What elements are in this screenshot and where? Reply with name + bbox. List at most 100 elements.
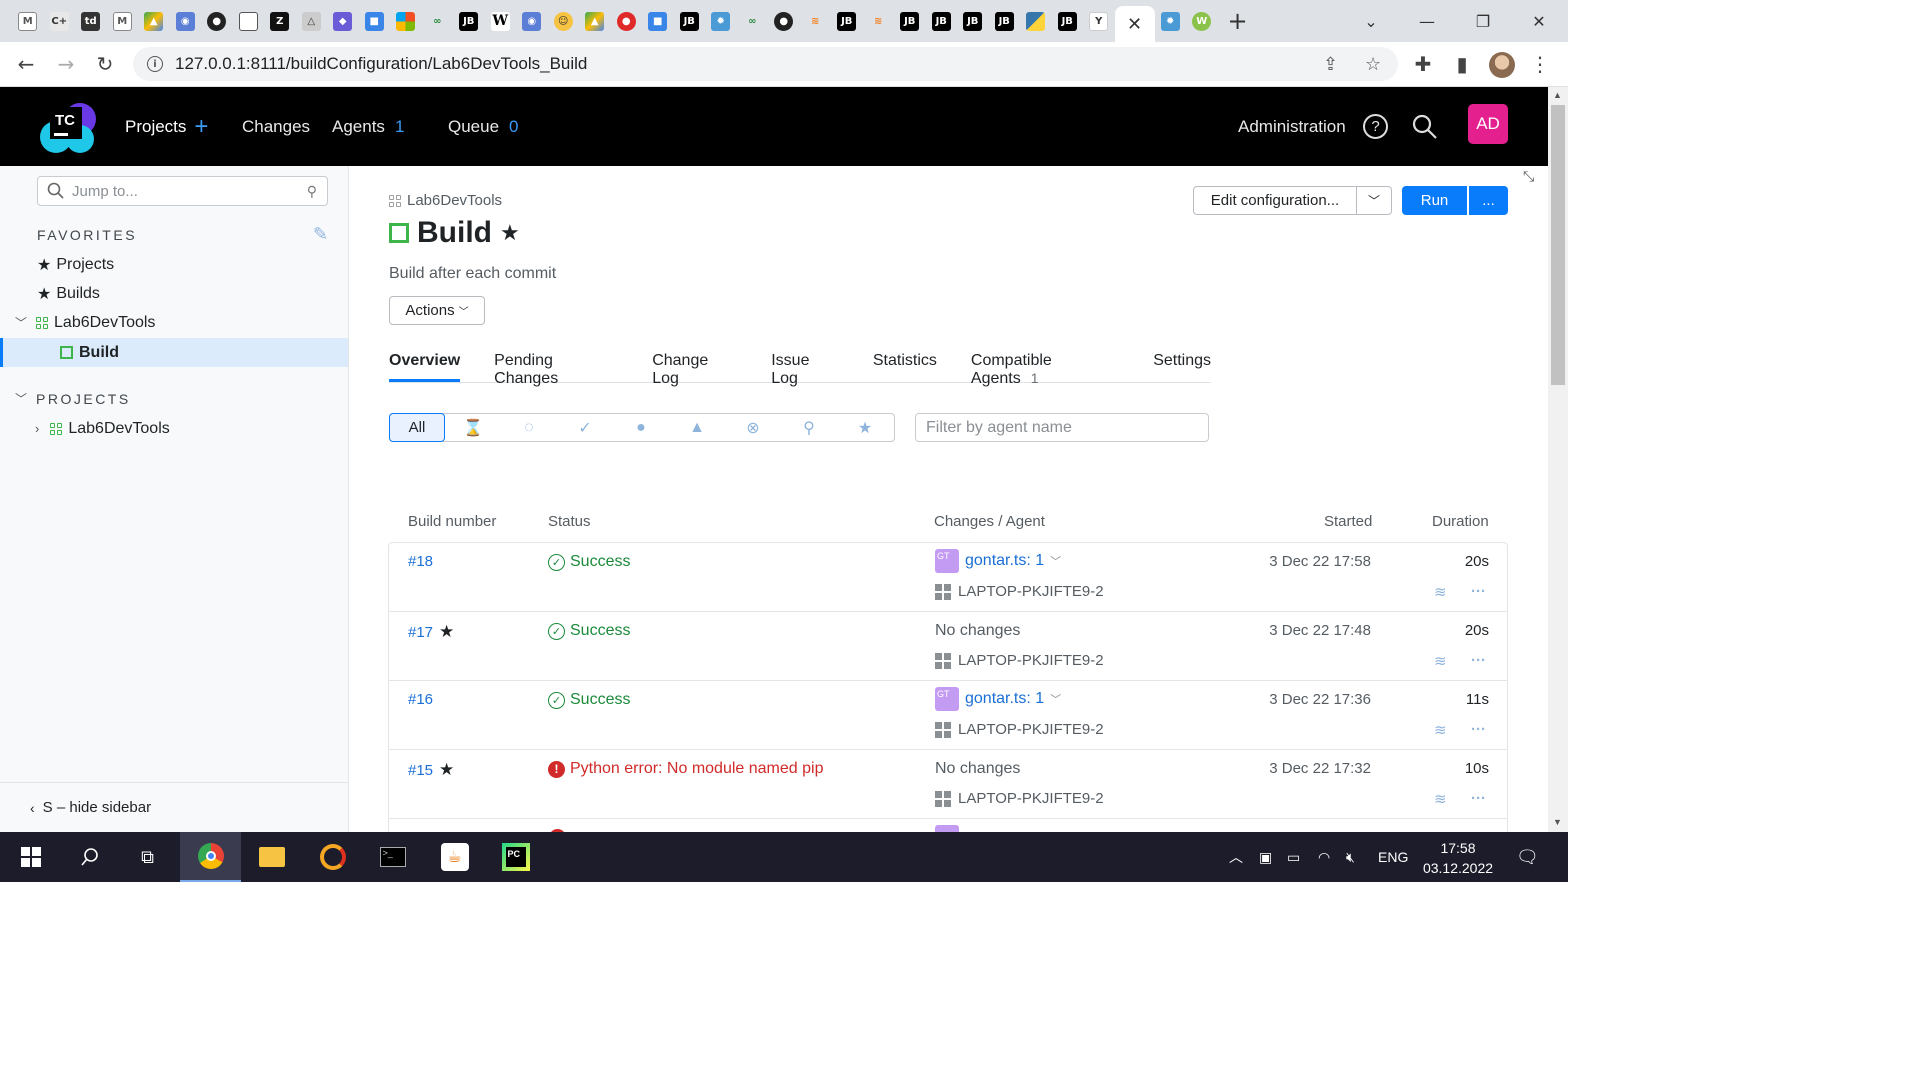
hide-sidebar-link[interactable]: ‹ S – hide sidebar <box>0 782 349 832</box>
show-hidden-icons[interactable]: ︿ <box>1229 832 1243 882</box>
minimize-icon[interactable]: — <box>1399 0 1455 42</box>
tab-j[interactable]: ∞ <box>737 0 769 42</box>
address-bar[interactable]: i 127.0.0.1:8111/buildConfiguration/Lab6… <box>133 47 1398 81</box>
nav-agents[interactable]: Agents 1 <box>332 87 404 166</box>
agent-cell[interactable]: LAPTOP-PKJIFTE9-2 <box>935 652 1104 669</box>
changes-cell[interactable]: GT gontar.ts: 1 ﹀ <box>935 687 1061 711</box>
site-info-icon[interactable]: i <box>147 56 163 72</box>
edit-configuration-dropdown[interactable]: ﹀ <box>1356 186 1392 215</box>
more-options-icon[interactable]: ··· <box>1471 790 1486 807</box>
warning-icon[interactable]: ▲ <box>669 419 725 437</box>
tab-change-log[interactable]: Change Log <box>652 352 737 387</box>
agent-name[interactable]: LAPTOP-PKJIFTE9-2 <box>958 721 1104 738</box>
close-window-icon[interactable]: ✕ <box>1511 0 1567 42</box>
tab-cplusplus[interactable]: C+ <box>44 0 76 42</box>
success-check-icon[interactable]: ✓ <box>557 418 613 438</box>
url-text[interactable]: 127.0.0.1:8111/buildConfiguration/Lab6De… <box>175 54 587 74</box>
profile-avatar[interactable] <box>1489 52 1515 78</box>
tab-compatible-agents[interactable]: Compatible Agents 1 <box>971 352 1119 387</box>
side-panel-icon[interactable]: ▮ <box>1448 50 1476 78</box>
close-icon[interactable]: ✕ <box>1127 14 1142 35</box>
restore-icon[interactable]: ❐ <box>1455 0 1511 42</box>
agent-cell[interactable]: LAPTOP-PKJIFTE9-2 <box>935 721 1104 738</box>
chevron-down-icon[interactable]: ﹀ <box>1050 553 1061 569</box>
agent-filter-input[interactable]: Filter by agent name <box>915 413 1209 442</box>
tab-drive-2[interactable]: ▲ <box>579 0 611 42</box>
scrollbar-thumb[interactable] <box>1551 105 1565 385</box>
tab-h[interactable]: ■ <box>642 0 674 42</box>
agent-name[interactable]: LAPTOP-PKJIFTE9-2 <box>958 652 1104 669</box>
reload-icon[interactable]: ↻ <box>91 50 119 78</box>
tab-jb-5[interactable]: JB <box>926 0 958 42</box>
share-icon[interactable]: ⇪ <box>1323 47 1338 81</box>
build-status[interactable]: ! Python error: No module named pip <box>548 760 823 778</box>
help-icon[interactable]: ? <box>1363 87 1388 166</box>
tab-d[interactable]: ∞ <box>422 0 454 42</box>
projects-section-toggle[interactable]: ﹀ PROJECTS <box>15 384 131 413</box>
tab-zeal[interactable]: Z <box>264 0 296 42</box>
star-icon[interactable]: ★ <box>439 760 454 780</box>
page-scrollbar[interactable]: ▲ ▼ <box>1548 87 1568 832</box>
search-icon[interactable] <box>1412 87 1438 166</box>
build-number[interactable]: #17 ★ <box>408 622 454 642</box>
tab-yc[interactable]: Y <box>1083 0 1115 42</box>
expand-collapse-icon[interactable]: ⤡ <box>1523 168 1547 190</box>
taskbar-app[interactable] <box>302 832 363 882</box>
build-number[interactable]: #18 <box>408 553 433 570</box>
chevron-right-icon[interactable]: › <box>35 421 39 436</box>
notifications-icon[interactable]: 🗨︎ <box>1516 832 1539 882</box>
tab-issue-log[interactable]: Issue Log <box>771 352 839 387</box>
edit-configuration-button[interactable]: Edit configuration... <box>1193 186 1357 215</box>
taskbar-search-icon[interactable] <box>59 832 120 882</box>
tab-overview[interactable]: Overview <box>389 352 461 382</box>
artifacts-icon[interactable]: ≋ <box>1434 721 1447 739</box>
artifacts-icon[interactable]: ≋ <box>1434 583 1447 601</box>
build-status[interactable]: ✓ Success <box>548 553 630 571</box>
actions-dropdown[interactable]: Actions ﹀ <box>389 296 485 325</box>
table-row[interactable]: #16 ✓ Success GT gontar.ts: 1 ﹀ LAPTOP-PKJI… <box>388 680 1508 749</box>
build-number-link[interactable]: #18 <box>408 553 433 570</box>
status-text[interactable]: Python error: No module named pip <box>570 760 823 778</box>
agent-cell[interactable]: LAPTOP-PKJIFTE9-2 <box>935 790 1104 807</box>
build-number-link[interactable]: #17 <box>408 624 433 641</box>
taskbar-chrome[interactable] <box>180 832 241 882</box>
tab-python[interactable] <box>1020 0 1052 42</box>
sidebar-item-builds[interactable]: ★ Builds <box>37 279 100 308</box>
sidebar-item-project-lab6devtools[interactable]: › Lab6DevTools <box>35 414 170 443</box>
tab-wiki[interactable]: W <box>485 0 517 42</box>
tab-statistics[interactable]: Statistics <box>873 352 937 382</box>
queued-hourglass-icon[interactable]: ⌛ <box>445 418 501 438</box>
taskbar-java[interactable]: ☕ <box>424 832 485 882</box>
tab-gmail[interactable]: M <box>12 0 44 42</box>
input-language[interactable]: ENG <box>1378 832 1408 882</box>
user-avatar[interactable]: AD <box>1468 104 1508 144</box>
add-project-icon[interactable]: + <box>194 113 208 141</box>
jump-to-input[interactable]: Jump to... ⚲ <box>37 176 328 206</box>
changes-cell[interactable]: GT gontar.ts: 1 ﹀ <box>935 549 1061 573</box>
tab-so-2[interactable]: ≋ <box>863 0 895 42</box>
taskbar-pycharm[interactable]: PC <box>485 832 546 882</box>
scroll-up-icon[interactable]: ▲ <box>1553 90 1562 100</box>
forward-icon[interactable]: → <box>52 50 80 78</box>
wifi-icon[interactable]: ◠ <box>1318 832 1330 882</box>
tab-jb-6[interactable]: JB <box>957 0 989 42</box>
tab-so-1[interactable]: ≋ <box>800 0 832 42</box>
chevron-down-icon[interactable]: ﹀ <box>1050 691 1061 707</box>
tab-settings[interactable]: Settings <box>1153 352 1211 382</box>
back-icon[interactable]: ← <box>12 50 40 78</box>
chevron-down-icon[interactable]: ﹀ <box>15 390 27 407</box>
scroll-down-icon[interactable]: ▼ <box>1553 817 1562 827</box>
star-icon[interactable]: ★ <box>439 622 454 642</box>
status-text[interactable]: Success <box>570 553 630 571</box>
tab-i[interactable]: ✹ <box>705 0 737 42</box>
build-status[interactable]: ✓ Success <box>548 622 630 640</box>
taskbar-terminal[interactable]: >_ <box>362 832 423 882</box>
extensions-icon[interactable]: ✚ <box>1409 50 1437 78</box>
tab-ms[interactable] <box>390 0 422 42</box>
tab-search-icon[interactable]: ⌄ <box>1343 0 1399 42</box>
pin-icon[interactable]: ⚲ <box>781 418 837 438</box>
nav-administration[interactable]: Administration <box>1238 87 1346 166</box>
sidebar-item-build[interactable]: Build <box>0 338 348 367</box>
agent-cell[interactable]: LAPTOP-PKJIFTE9-2 <box>935 583 1104 600</box>
status-text[interactable]: Success <box>570 691 630 709</box>
